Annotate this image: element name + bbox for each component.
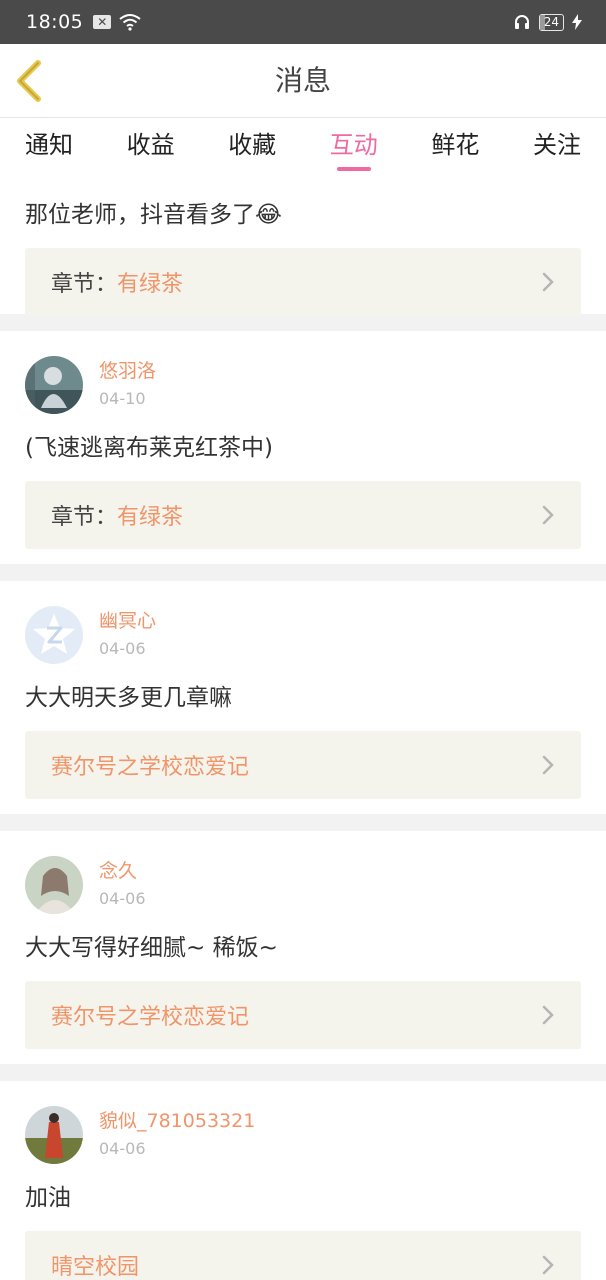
comment-card: 念久 04-06 大大写得好细腻~ 稀饭~ 赛尔号之学校恋爱记 — [0, 831, 606, 1064]
interaction-feed: 那位老师，抖音看多了😂 章节： 有绿茶 悠羽洛 04-10 (飞速逃离布莱克红茶… — [0, 176, 606, 1280]
avatar[interactable] — [25, 856, 83, 914]
chevron-right-icon — [542, 1005, 554, 1025]
chapter-name: 晴空校园 — [51, 1255, 140, 1280]
chapter-link[interactable]: 晴空校园 — [25, 1231, 581, 1280]
comment-card: 幽冥心 04-06 大大明天多更几章嘛 赛尔号之学校恋爱记 — [0, 581, 606, 814]
chapter-name: 赛尔号之学校恋爱记 — [51, 755, 250, 780]
chapter-name: 有绿茶 — [117, 505, 184, 530]
tab-flowers[interactable]: 鲜花 — [431, 118, 479, 176]
tab-notifications[interactable]: 通知 — [25, 118, 73, 176]
comment-card: 貌似_781053321 04-06 加油 晴空校园 — [0, 1081, 606, 1280]
comment-date: 04-10 — [99, 389, 146, 408]
comment-user[interactable]: 念久 04-06 — [25, 831, 581, 915]
avatar[interactable] — [25, 606, 83, 664]
user-name[interactable]: 悠羽洛 — [99, 359, 156, 383]
chapter-name: 赛尔号之学校恋爱记 — [51, 1005, 250, 1030]
status-bar: 18:05 ✕ 24 — [0, 0, 606, 44]
chevron-right-icon — [542, 272, 554, 292]
avatar[interactable] — [25, 356, 83, 414]
comment-user[interactable]: 貌似_781053321 04-06 — [25, 1081, 581, 1165]
tab-bar: 通知 收益 收藏 互动 鲜花 关注 — [0, 118, 606, 176]
comment-text: 大大写得好细腻~ 稀饭~ — [25, 935, 278, 961]
comment-date: 04-06 — [99, 639, 146, 658]
app-header: 消息 — [0, 44, 606, 118]
charging-icon — [572, 14, 582, 30]
comment-user[interactable]: 幽冥心 04-06 — [25, 581, 581, 665]
comment-card: 悠羽洛 04-10 (飞速逃离布莱克红茶中) 章节： 有绿茶 — [0, 331, 606, 564]
tab-earnings[interactable]: 收益 — [127, 118, 175, 176]
status-time: 18:05 — [26, 11, 84, 33]
chapter-name: 有绿茶 — [117, 272, 184, 297]
notification-x-icon: ✕ — [93, 15, 112, 29]
avatar[interactable] — [25, 1106, 83, 1164]
wifi-icon — [119, 14, 141, 31]
comment-date: 04-06 — [99, 1139, 146, 1158]
user-name[interactable]: 念久 — [99, 859, 146, 883]
user-name[interactable]: 幽冥心 — [99, 609, 156, 633]
user-name[interactable]: 貌似_781053321 — [99, 1109, 255, 1133]
tab-following[interactable]: 关注 — [533, 118, 581, 176]
headphones-icon — [514, 15, 529, 29]
chevron-right-icon — [542, 505, 554, 525]
comment-text: 大大明天多更几章嘛 — [25, 685, 232, 711]
chapter-link[interactable]: 章节： 有绿茶 — [25, 481, 581, 549]
active-tab-indicator — [336, 167, 371, 171]
chapter-link[interactable]: 赛尔号之学校恋爱记 — [25, 981, 581, 1049]
chapter-link[interactable]: 赛尔号之学校恋爱记 — [25, 731, 581, 799]
comment-text: 那位老师，抖音看多了😂 — [25, 202, 282, 228]
comment-text: (飞速逃离布莱克红茶中) — [25, 435, 273, 461]
chevron-right-icon — [542, 755, 554, 775]
chapter-label: 章节： — [51, 505, 118, 530]
battery-indicator: 24 — [538, 13, 564, 31]
comment-user[interactable]: 悠羽洛 04-10 — [25, 331, 581, 415]
tab-favorites[interactable]: 收藏 — [228, 118, 276, 176]
comment-card: 那位老师，抖音看多了😂 章节： 有绿茶 — [0, 176, 606, 316]
comment-text: 加油 — [25, 1185, 71, 1211]
chevron-right-icon — [542, 1255, 554, 1275]
chapter-link[interactable]: 章节： 有绿茶 — [25, 248, 581, 316]
chapter-label: 章节： — [51, 272, 118, 297]
tab-interactions[interactable]: 互动 — [330, 118, 378, 176]
comment-date: 04-06 — [99, 889, 146, 908]
page-title: 消息 — [274, 64, 331, 97]
